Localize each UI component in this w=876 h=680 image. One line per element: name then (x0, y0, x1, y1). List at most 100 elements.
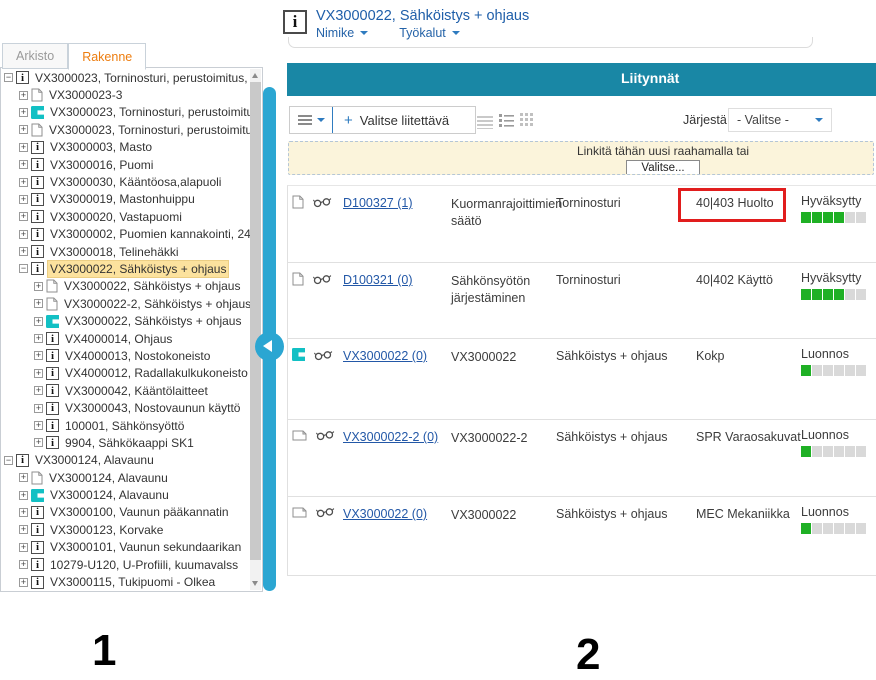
row-link[interactable]: VX3000022 (0) (343, 507, 427, 521)
expand-toggle[interactable]: + (34, 334, 43, 343)
tree-item[interactable]: +i9904, Sähkökaappi SK1 (1, 434, 250, 451)
expand-toggle[interactable]: + (34, 438, 43, 447)
status-cell: Luonnos (801, 505, 866, 534)
tree-item[interactable]: +iVX4000014, Ohjaus (1, 330, 250, 347)
expand-toggle[interactable]: + (34, 282, 43, 291)
tree-item[interactable]: +iVX4000012, Radallakulkukoneisto (1, 365, 250, 382)
tree-item[interactable]: −iVX3000124, Alavaunu (1, 452, 250, 469)
list-menu-button[interactable] (290, 107, 332, 133)
expand-toggle[interactable]: + (19, 491, 28, 500)
row-link[interactable]: D100327 (1) (343, 196, 413, 210)
expand-toggle[interactable]: + (19, 543, 28, 552)
row-icons (292, 195, 336, 209)
expand-toggle[interactable]: + (19, 91, 28, 100)
expand-toggle[interactable]: + (19, 525, 28, 534)
expand-toggle[interactable]: + (19, 560, 28, 569)
item-info-icon: i (31, 193, 44, 206)
tree-item[interactable]: +iVX3000123, Korvake (1, 521, 250, 538)
row-link[interactable]: VX3000022-2 (0) (343, 430, 438, 444)
tree-item[interactable]: +iVX3000016, Puomi (1, 156, 250, 173)
tree-item[interactable]: +iVX3000003, Masto (1, 139, 250, 156)
progress-segment (823, 289, 833, 300)
tree-item-label: VX3000018, Telinehäkki (48, 244, 181, 260)
expand-toggle[interactable]: + (19, 247, 28, 256)
view-detail-icon[interactable] (477, 116, 493, 129)
tree-item[interactable]: −iVX3000023, Torninosturi, perustoimitus… (1, 69, 250, 86)
tree-item[interactable]: +iVX3000002, Puomien kannakointi, 24 (1, 226, 250, 243)
page-icon (46, 279, 58, 293)
item-info-icon: i (283, 10, 307, 34)
expand-toggle[interactable]: + (19, 143, 28, 152)
tree-scrollbar[interactable] (250, 69, 261, 590)
scroll-down-icon[interactable] (252, 581, 258, 586)
tree-item[interactable]: +i VX3000019, Mastonhuippu (1, 191, 250, 208)
expand-toggle[interactable]: + (34, 421, 43, 430)
tree-item-label: VX3000023, Torninosturi, perustoimitus, (33, 70, 250, 86)
expand-toggle[interactable]: + (19, 160, 28, 169)
expand-toggle[interactable]: + (19, 578, 28, 587)
tree-item[interactable]: +iVX3000101, Vaunun sekundaarikan (1, 539, 250, 556)
collapse-toggle[interactable]: − (4, 73, 13, 82)
progress-segment (834, 446, 844, 457)
tree-item[interactable]: +VX3000124, Alavaunu (1, 469, 250, 486)
tree-item[interactable]: +VX3000124, Alavaunu (1, 486, 250, 503)
expand-toggle[interactable]: + (19, 108, 28, 117)
tree-item[interactable]: +VX3000022, Sähköistys + ohjaus (1, 278, 250, 295)
expand-toggle[interactable]: + (34, 299, 43, 308)
progress-segment (845, 289, 855, 300)
item-info-icon: i (31, 576, 44, 589)
status-cell: Luonnos (801, 428, 866, 457)
panel-splitter[interactable] (263, 87, 276, 591)
row-link[interactable]: VX3000022 (0) (343, 349, 427, 363)
add-connection-button[interactable]: + Valitse liitettävä (333, 107, 475, 133)
expand-toggle[interactable]: + (19, 195, 28, 204)
link-dropzone[interactable]: Linkitä tähän uusi raahamalla tai Valits… (288, 141, 874, 175)
tree-item-label: VX3000043, Nostovaunun käyttö (63, 400, 242, 416)
glasses-icon (316, 506, 335, 518)
tree-item[interactable]: −iVX3000022, Sähköistys + ohjaus (1, 260, 250, 277)
tree-item[interactable]: +VX3000022-2, Sähköistys + ohjaus (1, 295, 250, 312)
scrollbar-thumb[interactable] (250, 82, 261, 560)
status-label: Luonnos (801, 428, 866, 442)
expand-toggle[interactable]: + (34, 317, 43, 326)
choose-file-button[interactable]: Valitse... (626, 160, 699, 175)
expand-toggle[interactable]: + (19, 230, 28, 239)
expand-toggle[interactable]: + (19, 125, 28, 134)
tree-item[interactable]: +VX3000022, Sähköistys + ohjaus (1, 312, 250, 329)
tree-item[interactable]: +i100001, Sähkönsyöttö (1, 417, 250, 434)
tree-item[interactable]: +iVX3000018, Telinehäkki (1, 243, 250, 260)
tree-item[interactable]: +VX3000023-3 (1, 86, 250, 103)
expand-toggle[interactable]: + (19, 473, 28, 482)
tree-item[interactable]: +i10279-U120, U-Profiili, kuumavalss (1, 556, 250, 573)
expand-toggle[interactable]: + (34, 369, 43, 378)
tree-item[interactable]: +iVX3000042, Kääntölaitteet (1, 382, 250, 399)
view-list-icon[interactable] (499, 113, 514, 132)
plus-icon: + (344, 114, 353, 127)
row-link[interactable]: D100321 (0) (343, 273, 413, 287)
scroll-up-icon[interactable] (252, 73, 258, 78)
expand-toggle[interactable]: + (34, 386, 43, 395)
tab-rakenne[interactable]: Rakenne (68, 43, 146, 70)
tree-item[interactable]: +iVX3000020, Vastapuomi (1, 208, 250, 225)
tree-item[interactable]: +iVX3000100, Vaunun pääkannatin (1, 504, 250, 521)
expand-toggle[interactable]: + (34, 351, 43, 360)
progress-segment (834, 523, 844, 534)
tree-item[interactable]: +iVX3000115, Tukipuomi - Olkea (1, 573, 250, 590)
description-cell: VX3000022 (451, 507, 549, 524)
expand-toggle[interactable]: + (19, 508, 28, 517)
collapse-toggle[interactable]: − (4, 456, 13, 465)
tree-item[interactable]: +iVX4000013, Nostokoneisto (1, 347, 250, 364)
tree-item[interactable]: +iVX3000043, Nostovaunun käyttö (1, 399, 250, 416)
collapse-panel-button[interactable] (255, 332, 284, 361)
collapse-toggle[interactable]: − (19, 264, 28, 273)
expand-toggle[interactable]: + (34, 404, 43, 413)
tree-item[interactable]: +VX3000023, Torninosturi, perustoimitu (1, 104, 250, 121)
tree-item[interactable]: +iVX3000030, Kääntöosa,alapuoli (1, 173, 250, 190)
tab-arkisto[interactable]: Arkisto (2, 43, 68, 69)
tree-item-label: VX3000019, Mastonhuippu (48, 191, 197, 207)
tree-item[interactable]: +VX3000023, Torninosturi, perustoimitu (1, 121, 250, 138)
expand-toggle[interactable]: + (19, 212, 28, 221)
sort-dropdown[interactable]: - Valitse - (728, 108, 832, 132)
expand-toggle[interactable]: + (19, 178, 28, 187)
view-grid-icon[interactable] (520, 113, 534, 132)
